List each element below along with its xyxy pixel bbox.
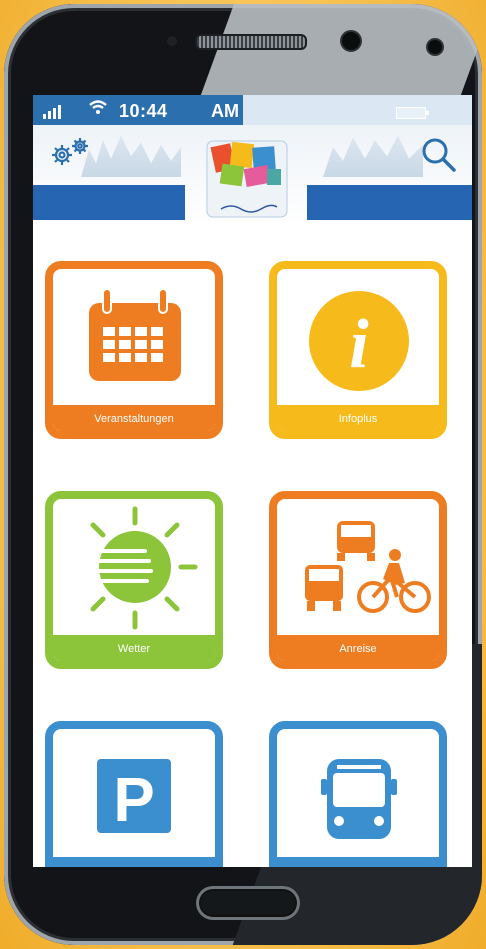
header-crowd-image-right [323,135,423,177]
settings-gear-icon[interactable] [47,135,91,169]
tile-label: Anreise [277,635,439,661]
header-crowd-image-left [81,135,181,177]
svg-text:P: P [113,766,154,835]
tile-veranstaltungen[interactable]: Veranstaltungen [45,261,223,439]
tile-bus[interactable] [269,721,447,867]
speaker-grille [195,34,307,50]
proximity-sensor-icon [426,38,444,56]
tile-infoplus[interactable]: i Infoplus [269,261,447,439]
tile-label [53,857,215,867]
battery-icon [396,107,429,119]
tile-label: Infoplus [277,405,439,431]
search-icon[interactable] [419,135,459,175]
app-screen: 10:44 AM Veranstaltungen i Infoplus Wett… [33,95,472,867]
status-time: 10:44 [119,101,168,121]
travel-icon [305,521,431,613]
header-band-left [33,185,185,220]
tile-label: Veranstaltungen [53,405,215,431]
tile-label: Wetter [53,635,215,661]
app-header [33,125,472,225]
svg-text:i: i [349,306,369,383]
info-icon: i [309,291,409,391]
status-bar: 10:44 AM [33,95,472,125]
parking-icon: P [97,759,171,835]
front-camera-icon [340,30,362,52]
bus-icon [321,759,397,839]
app-logo [201,135,293,221]
sensor-icon [167,36,177,46]
calendar-icon [89,288,181,381]
tile-label [277,857,439,867]
header-band-right [307,185,472,220]
weather-sun-icon [73,506,198,630]
tile-wetter[interactable]: Wetter [45,491,223,669]
tile-anreise[interactable]: Anreise [269,491,447,669]
wifi-icon [88,98,108,121]
signal-icon [43,105,61,119]
phone-frame: 10:44 AM Veranstaltungen i Infoplus Wett… [4,4,482,945]
status-bar-reflection [243,95,472,125]
status-ampm: AM [211,101,239,121]
tile-parking[interactable]: P [45,721,223,867]
home-button[interactable] [196,886,300,920]
